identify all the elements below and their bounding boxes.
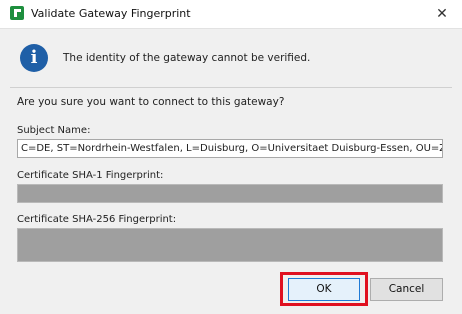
cancel-button[interactable]: Cancel bbox=[370, 278, 443, 301]
window-title: Validate Gateway Fingerprint bbox=[31, 7, 191, 20]
ok-button[interactable]: OK bbox=[288, 278, 360, 301]
sha1-fingerprint-field[interactable] bbox=[17, 184, 443, 203]
title-bar: Validate Gateway Fingerprint ✕ bbox=[0, 0, 462, 29]
identity-message: The identity of the gateway cannot be ve… bbox=[63, 52, 311, 64]
info-icon: i bbox=[20, 44, 48, 72]
sha256-fingerprint-field[interactable] bbox=[17, 228, 443, 262]
subject-name-field[interactable]: C=DE, ST=Nordrhein-Westfalen, L=Duisburg… bbox=[17, 139, 443, 158]
close-button[interactable]: ✕ bbox=[430, 4, 454, 24]
confirm-question: Are you sure you want to connect to this… bbox=[17, 96, 285, 108]
subject-name-label: Subject Name: bbox=[17, 125, 91, 136]
sha256-fingerprint-label: Certificate SHA-256 Fingerprint: bbox=[17, 214, 177, 225]
separator bbox=[10, 87, 452, 88]
sha1-fingerprint-label: Certificate SHA-1 Fingerprint: bbox=[17, 170, 164, 181]
gateway-app-icon bbox=[10, 6, 24, 20]
